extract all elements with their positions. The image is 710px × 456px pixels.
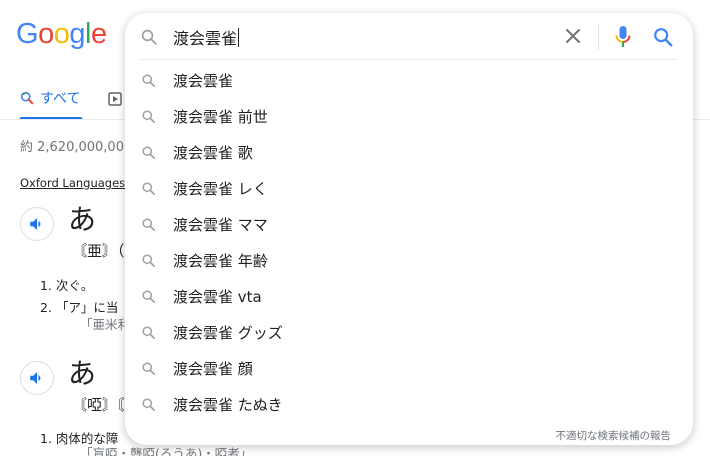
autocomplete-suggestion[interactable]: 渡会雲雀 [125,62,693,98]
entry-kanji: 〘亜〙（ [72,242,125,260]
search-tabs: すべて [0,84,130,120]
search-icon [141,29,157,45]
tab-videos[interactable] [108,91,122,110]
play-icon [108,92,122,106]
autocomplete-suggestion[interactable]: 渡会雲雀 レく [125,170,693,206]
result-count: 約 2,620,000,000 [20,140,133,155]
autocomplete-suggestion[interactable]: 渡会雲雀 歌 [125,134,693,170]
logo-letter: o [38,18,54,50]
autocomplete-suggestion[interactable]: 渡会雲雀 ママ [125,206,693,242]
definition-item: 1. 次ぐ。 [40,278,94,293]
close-icon [566,29,580,43]
microphone-icon [615,26,631,47]
search-divider [598,24,599,50]
search-icon [142,254,155,267]
text-cursor [238,28,240,47]
suggestion-text: 渡会雲雀 年齢 [173,252,268,270]
suggestion-text: 渡会雲雀 歌 [173,144,253,162]
search-query: 渡会雲雀 [173,29,238,48]
search-icon [142,290,155,303]
search-icon [142,398,155,411]
suggestion-text: 渡会雲雀 [173,72,234,90]
voice-search-button[interactable] [614,24,632,50]
search-icon [142,146,155,159]
google-logo[interactable]: Google [16,20,107,49]
autocomplete-suggestion[interactable]: 渡会雲雀 年齢 [125,242,693,278]
suggestion-text: 渡会雲雀 ママ [173,216,268,234]
search-icon [142,182,155,195]
search-icon [20,91,34,105]
entry-kanji: 〘啞〙〘 [72,396,125,414]
suggestion-text: 渡会雲雀 前世 [173,108,268,126]
suggestion-text: 渡会雲雀 レく [173,180,268,198]
search-icon [142,218,155,231]
search-input[interactable]: 渡会雲雀 [173,25,240,49]
autocomplete-suggestion[interactable]: 渡会雲雀 vta [125,278,693,314]
autocomplete-suggestion[interactable]: 渡会雲雀 顔 [125,350,693,386]
search-icon [142,110,155,123]
speaker-icon [30,372,41,384]
clear-button[interactable] [563,26,583,46]
search-icon [654,28,673,47]
logo-letter: e [90,18,107,50]
search-results-page: Google すべて 約 2,620,000,000 Oxford Langua… [0,0,710,456]
tab-all[interactable]: すべて [19,88,80,108]
autocomplete-list: 渡会雲雀 渡会雲雀 前世 渡会雲雀 歌 渡会雲雀 レく 渡会雲雀 ママ 渡会雲雀… [125,62,693,422]
autocomplete-suggestion[interactable]: 渡会雲雀 たぬき [125,386,693,422]
logo-letter: g [69,18,85,50]
definition-example: 「亜米利 [80,317,131,332]
suggestion-text: 渡会雲雀 vta [173,288,262,306]
entry-headword: あ [68,203,97,236]
search-box: 渡会雲雀 渡会雲雀 渡会雲雀 前世 渡会雲雀 歌 渡会雲雀 レく 渡会雲雀 ママ… [125,13,693,445]
entry-headword: あ [68,357,97,390]
logo-letter: G [16,18,39,50]
autocomplete-suggestion[interactable]: 渡会雲雀 前世 [125,98,693,134]
suggestion-text: 渡会雲雀 たぬき [173,396,283,414]
tab-all-label: すべて [40,91,81,107]
search-input-row: 渡会雲雀 [125,13,693,59]
pronunciation-button[interactable] [20,361,54,395]
search-icon [142,74,155,87]
dropdown-separator [140,59,678,60]
suggestion-text: 渡会雲雀 顔 [173,360,253,378]
suggestion-text: 渡会雲雀 グッズ [173,324,283,342]
search-icon [142,326,155,339]
search-button[interactable] [652,26,674,48]
autocomplete-suggestion[interactable]: 渡会雲雀 グッズ [125,314,693,350]
pronunciation-button[interactable] [20,207,54,241]
report-inappropriate-predictions-link[interactable]: 不適切な検索候補の報告 [556,428,672,443]
search-icon [142,362,155,375]
logo-letter: o [53,18,70,50]
oxford-languages-link[interactable]: Oxford Languagesの [20,175,137,191]
speaker-icon [30,218,41,230]
